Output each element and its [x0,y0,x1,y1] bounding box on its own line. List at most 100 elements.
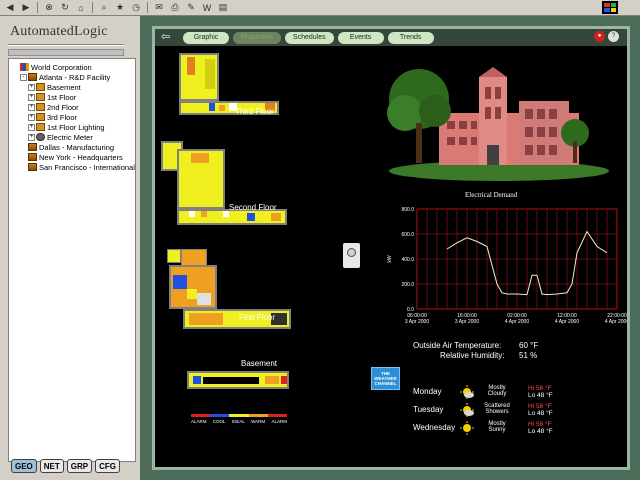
electrical-demand-chart[interactable]: 0.0200.0400.0600.0800.0kW06:00:003 Apr 2… [383,201,627,333]
tree-item-label: Dallas - Manufacturing [39,142,115,152]
forecast-condition-line2: Sunny [488,427,506,433]
x-tick-date: 3 Apr 2000 [455,319,479,325]
tree-item[interactable]: World Corporation [12,62,135,72]
tree-item[interactable]: - Atlanta - R&D Facility [12,72,135,82]
view-tab-cfg[interactable]: CFG [95,459,121,473]
tree-item[interactable]: + Electric Meter [12,132,135,142]
expand-icon[interactable]: + [28,103,35,111]
favorites-icon[interactable]: ★ [113,2,127,14]
first-floor-plan[interactable] [167,249,291,341]
forecast-day: Tuesday [413,405,444,414]
app-root: ◀ ▶ ⊗ ↻ ⌂ ⌕ ★ ◷ ✉ ⎙ ✎ W ▤ AutomatedLogic… [0,0,640,480]
windows-logo-icon [602,1,618,14]
y-tick-label: 200.0 [401,282,414,288]
location-tree: World Corporation - Atlanta - R&D Facility… [8,58,136,462]
tree-item-label: 2nd Floor [47,102,79,112]
basement-plan[interactable] [187,371,289,389]
expand-icon[interactable]: + [28,133,35,141]
view-tab-net[interactable]: NET [39,459,64,473]
building-icon [28,73,37,81]
weather-logo-line3: CHANNEL [374,381,397,386]
third-floor-label: Third Floor [235,107,274,116]
meter-icon [36,133,45,141]
forward-icon[interactable]: ▶ [19,2,33,14]
app-logo: AutomatedLogic [10,24,108,39]
legend-swatch [267,414,288,417]
word-icon[interactable]: W [200,2,214,14]
legend-label: ALARM [271,419,287,424]
back-arrow-icon[interactable]: ⇦ [161,31,181,44]
humidity-label: Relative Humidity: [440,351,505,360]
expand-icon[interactable]: + [28,83,35,91]
second-floor-label: Second Floor [229,203,277,212]
second-floor-plan[interactable] [161,141,287,231]
alarm-icon[interactable]: ● [594,31,605,42]
tab-events[interactable]: Events [337,31,384,44]
history-icon[interactable]: ◷ [129,2,143,14]
tree-item[interactable]: Dallas - Manufacturing [12,142,135,152]
expand-icon[interactable]: + [28,123,35,131]
temperature-legend: ALARM COOL IDEAL WARM ALARM [191,414,288,424]
tab-schedules[interactable]: Schedules [284,31,334,44]
tree-item[interactable]: +1st Floor [12,92,135,102]
toolbar-separator [92,2,93,13]
legend-label: COOL [212,419,226,424]
tree-item[interactable]: San Francisco - International [12,162,135,172]
y-tick-label: 400.0 [401,257,414,263]
expand-icon[interactable]: + [28,113,35,121]
forecast-condition-line2: Cloudy [487,391,507,397]
basement-label: Basement [241,359,278,368]
floor-icon [36,123,45,131]
navigation-pane: AutomatedLogic World Corporation - Atlanta… [0,16,136,480]
y-axis-label: kW [387,255,393,263]
stop-icon[interactable]: ⊗ [42,2,56,14]
search-icon[interactable]: ⌕ [97,2,111,14]
discuss-icon[interactable]: ▤ [216,2,230,14]
nav-tabs: Graphic Properties Schedules Events Trends [183,31,434,44]
refresh-icon[interactable]: ↻ [58,2,72,14]
tree-item[interactable]: +3rd Floor [12,112,135,122]
expand-icon[interactable]: + [28,93,35,101]
tree-item-label: Basement [47,82,81,92]
view-tab-geo[interactable]: GEO [11,459,37,473]
tree-item[interactable]: +2nd Floor [12,102,135,112]
help-icon[interactable]: ? [608,31,619,42]
view-tab-grp[interactable]: GRP [66,459,93,473]
tab-properties[interactable]: Properties [233,31,281,44]
building-icon [28,143,37,151]
tree-item[interactable]: +1st Floor Lighting [12,122,135,132]
tab-trends[interactable]: Trends [387,31,434,44]
forecast-day: Wednesday [413,423,456,432]
building-image[interactable] [379,53,611,183]
floor-icon [36,93,45,101]
toolbar-separator [37,2,38,13]
building-icon [28,163,37,171]
mail-icon[interactable]: ✉ [152,2,166,14]
collapse-icon[interactable]: - [20,73,27,81]
tree-item-label: 3rd Floor [47,112,78,122]
floor-icon [36,83,45,91]
back-icon[interactable]: ◀ [3,2,17,14]
thermostat-icon[interactable] [343,243,360,268]
y-tick-label: 800.0 [401,207,414,213]
view-tabs: GEO NET GRP CFG [11,459,121,473]
print-icon[interactable]: ⎙ [168,2,182,14]
legend-swatch [248,414,268,417]
edit-icon[interactable]: ✎ [184,2,198,14]
x-tick-date: 4 Apr 2000 [605,319,627,325]
tree-item[interactable]: New York - Headquarters [12,152,135,162]
outside-temp-label: Outside Air Temperature: [413,341,502,350]
forecast-low: Lo 48 °F [528,392,553,399]
tree-item[interactable]: + Basement [12,82,135,92]
tree-item-label: 1st Floor Lighting [47,122,105,132]
legend-label: WARM [251,419,266,424]
tab-graphic[interactable]: Graphic [183,31,229,44]
x-tick-date: 4 Apr 2000 [555,319,579,325]
home-icon[interactable]: ⌂ [74,2,88,14]
building-icon [28,153,37,161]
forecast-day: Monday [413,387,442,396]
third-floor-plan[interactable] [169,53,279,133]
tree-item-label: Electric Meter [47,132,93,142]
graphic-frame: ⇦ Graphic Properties Schedules Events Trends… [140,16,640,480]
toolbar-separator [147,2,148,13]
